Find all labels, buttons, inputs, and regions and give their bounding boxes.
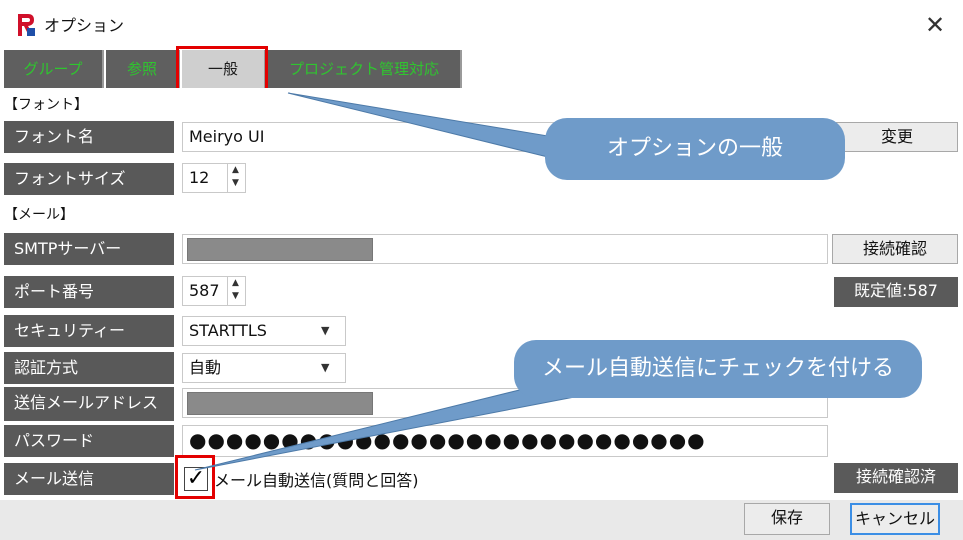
callout-pointer-general [287,92,561,161]
callout-general: オプションの一般 [545,118,845,180]
callout-pointers [194,92,592,471]
callout-check: メール自動送信にチェックを付ける [514,340,922,398]
